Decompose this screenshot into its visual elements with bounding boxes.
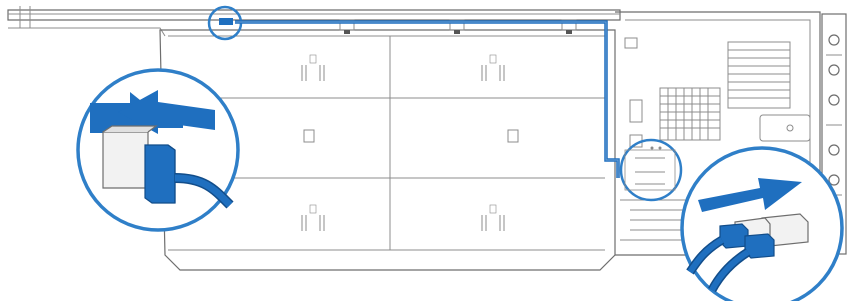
cable-disconnect-callout	[76, 68, 240, 232]
cable-routing-diagram	[7, 5, 847, 301]
cable-route	[235, 20, 620, 178]
cable-connect-callout	[680, 146, 844, 301]
heatsink	[659, 41, 791, 141]
destination-connector-marker	[619, 138, 683, 202]
drive-bay-labels	[301, 54, 519, 231]
